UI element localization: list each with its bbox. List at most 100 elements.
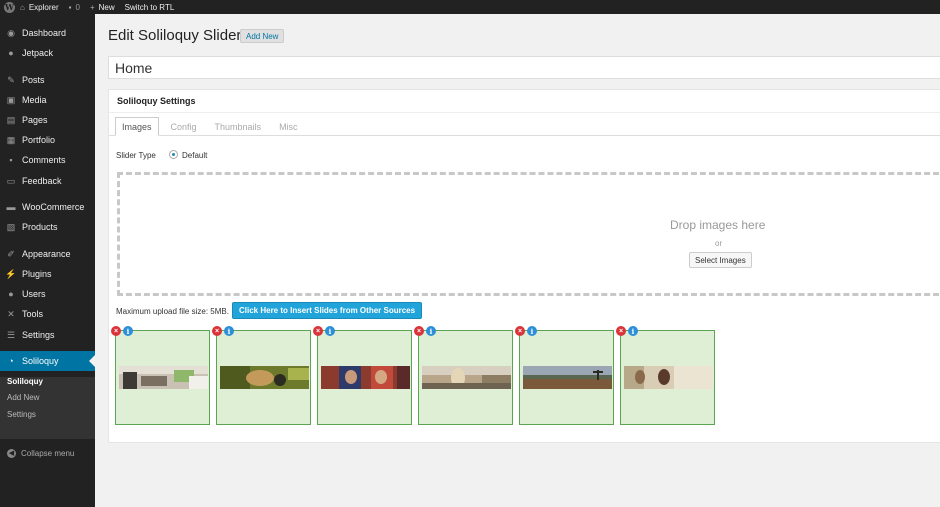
slide-item[interactable]: × i xyxy=(111,326,210,425)
slide-thumbnail xyxy=(624,366,713,389)
sidebar-item-label: Dashboard xyxy=(22,28,67,38)
settings-tabs: Images Config Thumbnails Misc xyxy=(115,117,310,136)
tab-thumbnails[interactable]: Thumbnails xyxy=(209,117,268,136)
slider-type-default-label[interactable]: Default xyxy=(182,151,207,160)
slide-item[interactable]: × i xyxy=(616,326,715,425)
delete-slide-icon[interactable]: × xyxy=(212,326,222,336)
max-upload-text: Maximum upload file size: 5MB. xyxy=(116,307,229,316)
sidebar-item-pages[interactable]: ▤ Pages xyxy=(0,110,95,130)
sidebar-item-plugins[interactable]: ⚡ Plugins xyxy=(0,264,95,284)
wordpress-logo-icon[interactable]: W xyxy=(4,1,15,13)
pages-icon: ▤ xyxy=(6,115,16,125)
sidebar-item-soliloquy[interactable]: ◔ Soliloquy xyxy=(0,351,95,371)
home-icon: ⌂ xyxy=(20,2,25,12)
pin-icon: ✎ xyxy=(7,75,15,85)
sidebar-item-label: Soliloquy xyxy=(22,356,59,366)
sidebar-item-settings[interactable]: ☰ Settings xyxy=(0,325,95,345)
sidebar-item-label: Comments xyxy=(22,155,66,165)
site-name-link[interactable]: ⌂ Explorer xyxy=(15,0,64,14)
slider-type-default-radio[interactable] xyxy=(169,150,178,159)
tab-config[interactable]: Config xyxy=(165,117,203,136)
new-content-link[interactable]: + New xyxy=(85,0,120,14)
sidebar-item-label: Portfolio xyxy=(22,135,56,145)
admin-sidebar: ◉ Dashboard ● Jetpack ✎ Posts ▣ Media ▤ … xyxy=(0,14,95,507)
sidebar-item-feedback[interactable]: ▭ Feedback xyxy=(0,171,95,191)
slide-item[interactable]: × i xyxy=(515,326,614,425)
select-images-button[interactable]: Select Images xyxy=(689,252,752,268)
slide-thumbnail xyxy=(321,366,410,389)
delete-slide-icon[interactable]: × xyxy=(111,326,121,336)
soliloquy-icon: ◔ xyxy=(8,356,14,366)
products-icon: ▧ xyxy=(6,222,16,232)
tab-misc[interactable]: Misc xyxy=(273,117,304,136)
slide-thumbnail xyxy=(422,366,511,389)
dashboard-icon: ◉ xyxy=(7,28,15,38)
admin-bar: W ⌂ Explorer ▪ 0 + New Switch to RTL xyxy=(0,0,940,14)
sidebar-item-dashboard[interactable]: ◉ Dashboard xyxy=(0,23,95,43)
sidebar-item-posts[interactable]: ✎ Posts xyxy=(0,70,95,90)
slider-type-label: Slider Type xyxy=(116,151,156,160)
drop-images-text: Drop images here xyxy=(670,218,766,232)
sidebar-item-products[interactable]: ▧ Products xyxy=(0,217,95,237)
collapse-menu-button[interactable]: ◀ Collapse menu xyxy=(0,446,95,460)
comments-link[interactable]: ▪ 0 xyxy=(64,0,85,14)
image-dropzone[interactable] xyxy=(117,172,940,296)
sidebar-item-tools[interactable]: ✕ Tools xyxy=(0,304,95,324)
sidebar-item-label: Tools xyxy=(22,309,44,319)
wrench-icon: ✕ xyxy=(7,309,15,319)
slide-item[interactable]: × i xyxy=(313,326,412,425)
sidebar-item-label: Pages xyxy=(22,115,48,125)
page-title: Edit Soliloquy Slider xyxy=(108,27,242,44)
plus-icon: + xyxy=(89,2,95,12)
slide-thumbnail xyxy=(220,366,309,389)
media-icon: ▣ xyxy=(6,95,16,105)
sidebar-item-woocommerce[interactable]: ▬ WooCommerce xyxy=(0,197,95,217)
sidebar-item-label: Appearance xyxy=(22,249,71,259)
new-label: New xyxy=(98,2,115,12)
delete-slide-icon[interactable]: × xyxy=(414,326,424,336)
sidebar-item-users[interactable]: ● Users xyxy=(0,284,95,304)
sidebar-item-media[interactable]: ▣ Media xyxy=(0,90,95,110)
sidebar-item-label: Jetpack xyxy=(22,48,54,58)
portfolio-icon: ▦ xyxy=(6,135,16,145)
info-slide-icon[interactable]: i xyxy=(325,326,335,336)
add-new-button[interactable]: Add New xyxy=(240,29,285,43)
slide-item[interactable]: × i xyxy=(212,326,311,425)
slide-item[interactable]: × i xyxy=(414,326,513,425)
divider xyxy=(109,112,940,113)
sidebar-item-appearance[interactable]: ✐ Appearance xyxy=(0,244,95,264)
slider-title-input[interactable]: Home xyxy=(108,56,940,79)
jetpack-icon: ● xyxy=(8,48,14,58)
submenu-settings[interactable]: Settings xyxy=(7,410,36,419)
sidebar-item-comments[interactable]: ▪ Comments xyxy=(0,150,95,170)
comment-bubble-icon: ▪ xyxy=(68,2,72,12)
delete-slide-icon[interactable]: × xyxy=(313,326,323,336)
woocommerce-icon: ▬ xyxy=(6,202,16,212)
site-name: Explorer xyxy=(28,2,59,12)
info-slide-icon[interactable]: i xyxy=(527,326,537,336)
info-slide-icon[interactable]: i xyxy=(426,326,436,336)
insert-slides-button[interactable]: Click Here to Insert Slides from Other S… xyxy=(232,302,423,319)
delete-slide-icon[interactable]: × xyxy=(616,326,626,336)
submenu-add-new[interactable]: Add New xyxy=(7,393,39,402)
settings-box-title: Soliloquy Settings xyxy=(117,96,196,106)
collapse-arrow-icon: ◀ xyxy=(7,448,16,458)
sidebar-item-label: WooCommerce xyxy=(22,202,85,212)
users-icon: ● xyxy=(8,289,14,299)
switch-rtl-link[interactable]: Switch to RTL xyxy=(120,0,180,14)
slide-thumbnail xyxy=(119,366,208,389)
info-slide-icon[interactable]: i xyxy=(123,326,133,336)
submenu-soliloquy[interactable]: Soliloquy xyxy=(7,377,43,386)
sidebar-item-label: Settings xyxy=(22,330,55,340)
feedback-icon: ▭ xyxy=(6,176,16,186)
delete-slide-icon[interactable]: × xyxy=(515,326,525,336)
tab-images[interactable]: Images xyxy=(115,117,159,136)
sidebar-item-label: Plugins xyxy=(22,269,52,279)
sidebar-item-jetpack[interactable]: ● Jetpack xyxy=(0,43,95,63)
info-slide-icon[interactable]: i xyxy=(224,326,234,336)
comments-icon: ▪ xyxy=(9,155,13,165)
sidebar-item-label: Users xyxy=(22,289,46,299)
info-slide-icon[interactable]: i xyxy=(628,326,638,336)
drop-or-text: or xyxy=(715,239,723,248)
sidebar-item-portfolio[interactable]: ▦ Portfolio xyxy=(0,130,95,150)
